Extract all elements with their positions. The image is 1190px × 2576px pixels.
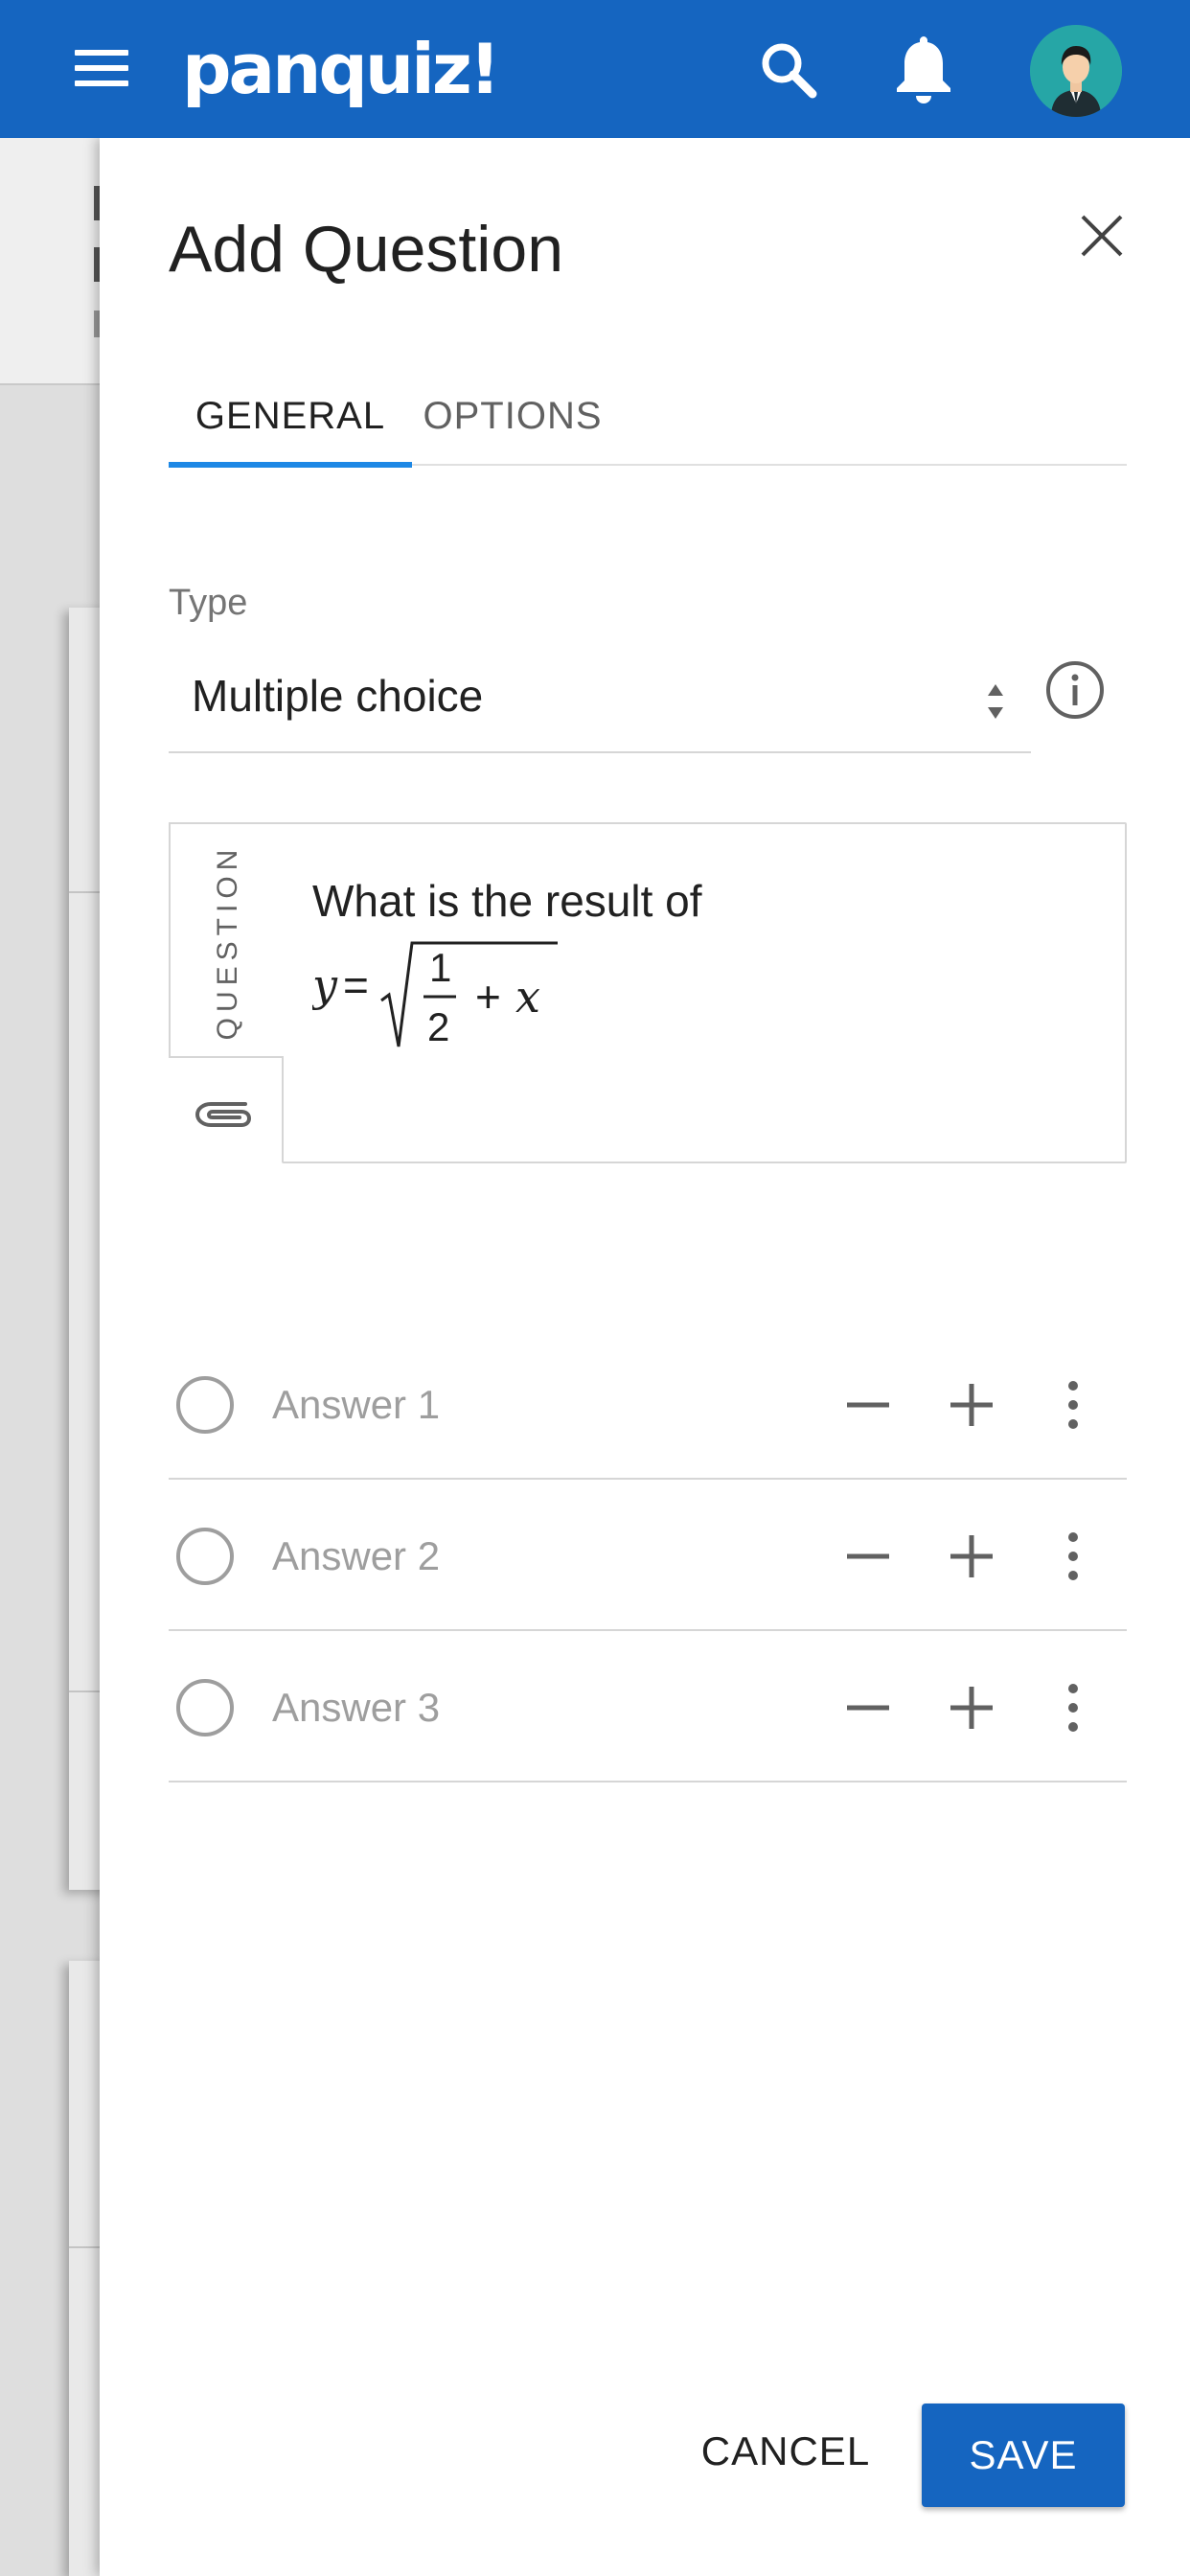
app-logo[interactable]: panquiz! xyxy=(182,23,501,115)
paperclip-icon[interactable] xyxy=(190,1083,259,1140)
more-vert-icon[interactable] xyxy=(1044,1679,1102,1736)
save-button[interactable]: SAVE xyxy=(922,2404,1125,2507)
add-answer-icon[interactable] xyxy=(943,1528,1000,1585)
answer-input[interactable]: Answer 2 xyxy=(272,1531,440,1581)
formula-plus: + xyxy=(475,972,501,1022)
question-formula: y = 1 2 + x xyxy=(312,941,558,1049)
tab-bar: GENERAL OPTIONS xyxy=(169,378,1127,468)
dialog-title: Add Question xyxy=(169,213,564,286)
type-select-value: Multiple choice xyxy=(192,671,484,721)
cancel-button[interactable]: CANCEL xyxy=(684,2404,887,2499)
more-vert-icon[interactable] xyxy=(1044,1528,1102,1585)
question-side-tab: QUESTION xyxy=(169,822,284,1058)
bell-icon[interactable] xyxy=(893,33,954,105)
formula-lhs: y xyxy=(312,959,338,1011)
question-side-label: QUESTION xyxy=(212,843,243,1041)
question-editor: QUESTION What is the result of y = 1 2 +… xyxy=(169,822,1127,1163)
formula-denominator: 2 xyxy=(427,1004,449,1049)
remove-answer-icon[interactable] xyxy=(839,1528,897,1585)
answer-input[interactable]: Answer 3 xyxy=(272,1683,440,1733)
select-arrows-icon xyxy=(988,684,1003,719)
tab-general[interactable]: GENERAL xyxy=(169,378,412,468)
answer-radio[interactable] xyxy=(176,1376,234,1434)
answer-radio[interactable] xyxy=(176,1528,234,1585)
search-icon[interactable] xyxy=(757,38,820,102)
answer-row: Answer 2 xyxy=(169,1480,1127,1631)
avatar[interactable] xyxy=(1030,25,1122,117)
add-answer-icon[interactable] xyxy=(943,1376,1000,1434)
info-icon[interactable] xyxy=(1044,659,1106,721)
add-question-panel: Add Question GENERAL OPTIONS Type Multip… xyxy=(100,138,1190,2576)
remove-answer-icon[interactable] xyxy=(839,1376,897,1434)
remove-answer-icon[interactable] xyxy=(839,1679,897,1736)
close-icon[interactable] xyxy=(1075,209,1129,263)
tab-options[interactable]: OPTIONS xyxy=(412,378,613,466)
formula-var: x xyxy=(515,971,540,1023)
more-vert-icon[interactable] xyxy=(1044,1376,1102,1434)
type-select[interactable]: Multiple choice xyxy=(169,646,1031,753)
answer-radio[interactable] xyxy=(176,1679,234,1736)
app-bar: panquiz! xyxy=(0,0,1190,138)
formula-equals: = xyxy=(343,960,369,1010)
answer-input[interactable]: Answer 1 xyxy=(272,1380,440,1430)
answer-row: Answer 3 xyxy=(169,1631,1127,1782)
formula-numerator: 1 xyxy=(429,945,451,990)
question-text: What is the result of xyxy=(312,876,702,926)
add-answer-icon[interactable] xyxy=(943,1679,1000,1736)
answer-row: Answer 1 xyxy=(169,1328,1127,1480)
question-input[interactable]: What is the result of y = 1 2 + x xyxy=(282,822,1127,1163)
menu-icon[interactable] xyxy=(75,50,128,90)
type-label: Type xyxy=(169,583,248,623)
